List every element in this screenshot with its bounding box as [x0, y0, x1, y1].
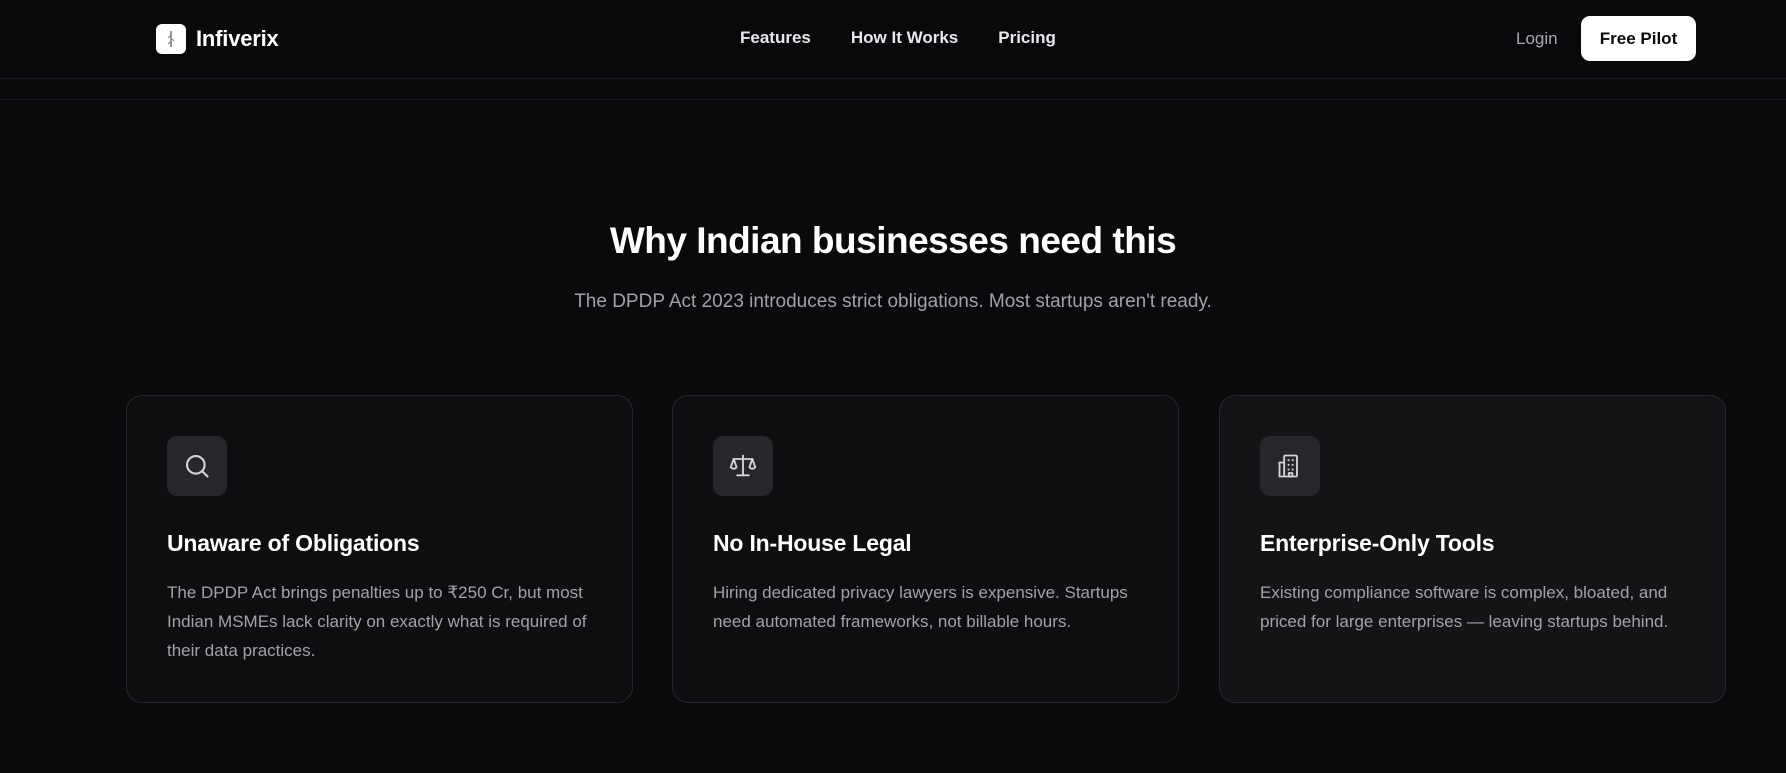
card-no-in-house-legal: No In-House Legal Hiring dedicated priva… — [672, 395, 1179, 703]
main-nav: Features How It Works Pricing — [740, 28, 1056, 48]
brand-logo-icon — [156, 24, 186, 54]
login-link[interactable]: Login — [1516, 29, 1558, 49]
card-description: Existing compliance software is complex,… — [1260, 583, 1669, 631]
search-icon — [167, 436, 227, 496]
card-enterprise-only-tools: Enterprise-Only Tools Existing complianc… — [1219, 395, 1726, 703]
nav-pricing-link[interactable]: Pricing — [998, 28, 1056, 48]
nav-features-link[interactable]: Features — [740, 28, 811, 48]
brand[interactable]: Infiverix — [156, 24, 279, 54]
card-title: Unaware of Obligations — [167, 530, 420, 556]
card-unaware-of-obligations: Unaware of Obligations The DPDP Act brin… — [126, 395, 633, 703]
divider — [0, 99, 1786, 100]
scale-icon — [713, 436, 773, 496]
card-title: Enterprise-Only Tools — [1260, 530, 1495, 556]
building-icon — [1260, 436, 1320, 496]
section-subtitle: The DPDP Act 2023 introduces strict obli… — [574, 291, 1212, 312]
card-description: Hiring dedicated privacy lawyers is expe… — [713, 583, 1128, 631]
card-title: No In-House Legal — [713, 530, 912, 556]
top-navbar: Infiverix Features How It Works Pricing … — [0, 0, 1786, 79]
free-pilot-button[interactable]: Free Pilot — [1581, 16, 1696, 61]
brand-name: Infiverix — [196, 26, 279, 51]
section-title: Why Indian businesses need this — [609, 220, 1177, 261]
card-description: The DPDP Act brings penalties up to ₹250… — [167, 583, 587, 660]
nav-how-it-works-link[interactable]: How It Works — [851, 28, 958, 48]
